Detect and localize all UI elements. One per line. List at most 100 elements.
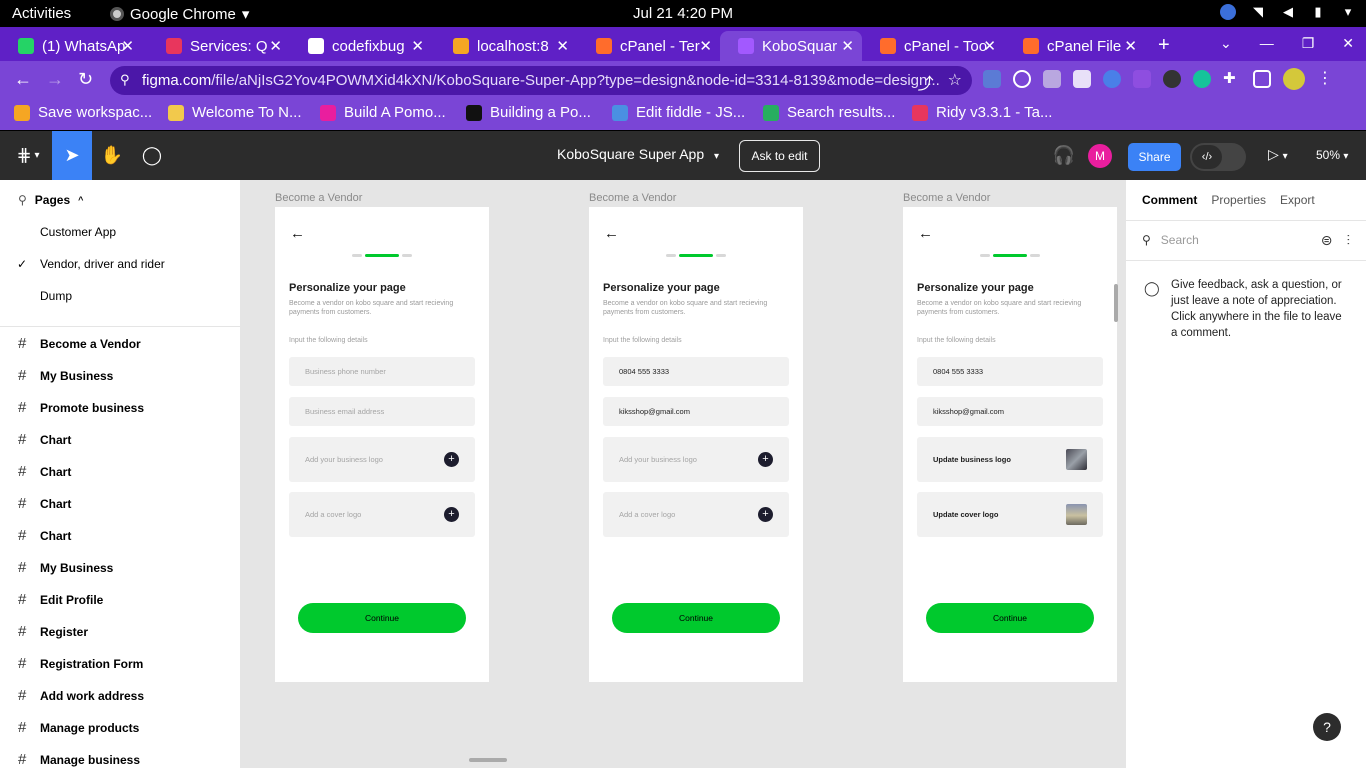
record-extension-icon[interactable]	[1013, 70, 1031, 88]
forward-icon[interactable]: →	[46, 69, 64, 90]
hand-tool[interactable]: ✋	[92, 131, 132, 180]
menu-dots-icon[interactable]: ⋮	[1317, 70, 1335, 88]
vendor-signup-frame[interactable]: ← Personalize your page Become a vendor on…	[275, 207, 489, 682]
translate-extension-icon[interactable]	[983, 70, 1001, 88]
bookmark-item[interactable]: Ridy v3.3.1 - Ta...	[912, 104, 1052, 121]
color-extension-icon[interactable]	[1103, 70, 1121, 88]
frame-layer-item[interactable]: # Add work address	[18, 687, 144, 704]
business-logo-field[interactable]: Add your business logo +	[289, 437, 475, 482]
frame-layer-item[interactable]: # Edit Profile	[18, 591, 103, 608]
mouse-extension-icon[interactable]	[1163, 70, 1181, 88]
tab-2[interactable]: Services: Q ✕	[148, 31, 290, 61]
grammar-extension-icon[interactable]	[1193, 70, 1211, 88]
bookmark-item[interactable]: Build A Pomo...	[320, 104, 446, 121]
email-field[interactable]: kiksshop@gmail.com	[917, 397, 1103, 426]
vue-extension-icon[interactable]	[1043, 70, 1061, 88]
bookmark-item[interactable]: Edit fiddle - JS...	[612, 104, 745, 121]
bookmark-item[interactable]: Search results...	[763, 104, 895, 121]
search-input[interactable]: Search	[1161, 233, 1199, 247]
tab-search-icon[interactable]: ⌄	[1220, 35, 1232, 52]
frame-layer-item[interactable]: # Promote business	[18, 399, 144, 416]
present-button[interactable]: ▷ ▾	[1268, 146, 1288, 163]
tab-1[interactable]: (1) WhatsAp ✕	[0, 31, 142, 61]
app-menu[interactable]: Google Chrome ▾	[110, 5, 249, 23]
puzzle-icon[interactable]: ✚	[1223, 70, 1241, 88]
close-icon[interactable]: ✕	[983, 37, 996, 55]
help-button[interactable]: ?	[1313, 713, 1341, 741]
tab-4[interactable]: localhost:8 ✕	[435, 31, 577, 61]
add-icon[interactable]: +	[444, 452, 459, 467]
frame-layer-item[interactable]: # Chart	[18, 495, 71, 512]
frame-title-label[interactable]: Become a Vendor	[275, 192, 362, 204]
activities-button[interactable]: Activities	[12, 5, 71, 22]
close-icon[interactable]: ✕	[556, 37, 569, 55]
tab-8[interactable]: cPanel File ✕	[1005, 31, 1145, 61]
close-icon[interactable]: ✕	[411, 37, 424, 55]
frame-layer-item[interactable]: # Chart	[18, 431, 71, 448]
email-field[interactable]: Business email address	[289, 397, 475, 426]
frame-layer-item[interactable]: # Manage business	[18, 751, 140, 768]
tab-comment[interactable]: Comment	[1142, 193, 1197, 207]
vertical-scrollbar[interactable]	[1114, 284, 1118, 322]
page-item[interactable]: Dump	[40, 289, 72, 303]
avatar[interactable]: M	[1088, 144, 1112, 168]
bookmark-item[interactable]: Welcome To N...	[168, 104, 301, 121]
frame-layer-item[interactable]: # My Business	[18, 559, 113, 576]
bookmark-item[interactable]: Save workspac...	[14, 104, 152, 121]
reload-icon[interactable]: ↻	[78, 69, 93, 90]
minimize-icon[interactable]: —	[1260, 35, 1274, 52]
tab-export[interactable]: Export	[1280, 193, 1315, 207]
email-field[interactable]: kiksshop@gmail.com	[603, 397, 789, 426]
pages-header[interactable]: ⚲ Pages ^	[18, 193, 83, 207]
add-icon[interactable]: +	[758, 507, 773, 522]
frame-layer-item[interactable]: # Registration Form	[18, 655, 143, 672]
page-item[interactable]: Customer App	[40, 225, 116, 239]
move-tool[interactable]: ➤	[52, 131, 92, 180]
vendor-signup-frame[interactable]: ← Personalize your page Become a vendor on…	[589, 207, 803, 682]
business-logo-field[interactable]: Add your business logo +	[603, 437, 789, 482]
filter-icon[interactable]: ⊜	[1321, 232, 1333, 249]
back-arrow-icon[interactable]: ←	[604, 225, 619, 242]
cover-logo-field[interactable]: Add a cover logo +	[289, 492, 475, 537]
file-name-menu[interactable]: KoboSquare Super App ▾	[557, 146, 719, 162]
frame-layer-item[interactable]: # Chart	[18, 463, 71, 480]
cover-logo-field[interactable]: Update cover logo	[917, 492, 1103, 537]
frame-layer-item[interactable]: # Chart	[18, 527, 71, 544]
sidepanel-icon[interactable]	[1253, 70, 1271, 88]
docs-extension-icon[interactable]	[1073, 70, 1091, 88]
add-icon[interactable]: +	[758, 452, 773, 467]
system-tray[interactable]: ◥ ◀ ▮ ▾	[1220, 4, 1356, 20]
frame-layer-item[interactable]: # Manage products	[18, 719, 139, 736]
frame-layer-item[interactable]: # My Business	[18, 367, 113, 384]
clock[interactable]: Jul 21 4:20 PM	[633, 5, 733, 22]
continue-button[interactable]: Continue	[612, 603, 780, 633]
horizontal-scrollbar[interactable]	[469, 758, 507, 762]
frame-title-label[interactable]: Become a Vendor	[589, 192, 676, 204]
tab-7[interactable]: cPanel - Too ✕	[862, 31, 1004, 61]
frame-title-label[interactable]: Become a Vendor	[903, 192, 990, 204]
tab-properties[interactable]: Properties	[1211, 193, 1266, 207]
tab-3[interactable]: codefixbug ✕	[290, 31, 432, 61]
share-button[interactable]: Share	[1128, 143, 1181, 171]
vendor-signup-frame[interactable]: ← Personalize your page Become a vendor on…	[903, 207, 1117, 682]
close-icon[interactable]: ✕	[269, 37, 282, 55]
back-icon[interactable]: ←	[14, 69, 32, 90]
close-icon[interactable]: ✕	[121, 37, 134, 55]
profile-avatar-icon[interactable]	[1283, 68, 1305, 90]
settings-sliders-icon[interactable]: ⫶	[1347, 232, 1351, 249]
bookmark-star-icon[interactable]: ☆	[948, 70, 962, 94]
close-icon[interactable]: ✕	[699, 37, 712, 55]
phone-field[interactable]: Business phone number	[289, 357, 475, 386]
back-arrow-icon[interactable]: ←	[918, 225, 933, 242]
cover-logo-field[interactable]: Add a cover logo +	[603, 492, 789, 537]
comment-tool[interactable]: ◯	[132, 131, 172, 180]
site-info-icon[interactable]: ⚲	[120, 72, 130, 88]
add-icon[interactable]: +	[444, 507, 459, 522]
close-icon[interactable]: ✕	[1124, 37, 1137, 55]
page-item[interactable]: Vendor, driver and rider	[40, 257, 165, 271]
continue-button[interactable]: Continue	[298, 603, 466, 633]
frame-layer-item[interactable]: # Register	[18, 623, 88, 640]
back-arrow-icon[interactable]: ←	[290, 225, 305, 242]
figma-main-menu[interactable]: ⋕ ▾	[8, 131, 48, 180]
audio-button[interactable]: 🎧	[1048, 131, 1080, 180]
